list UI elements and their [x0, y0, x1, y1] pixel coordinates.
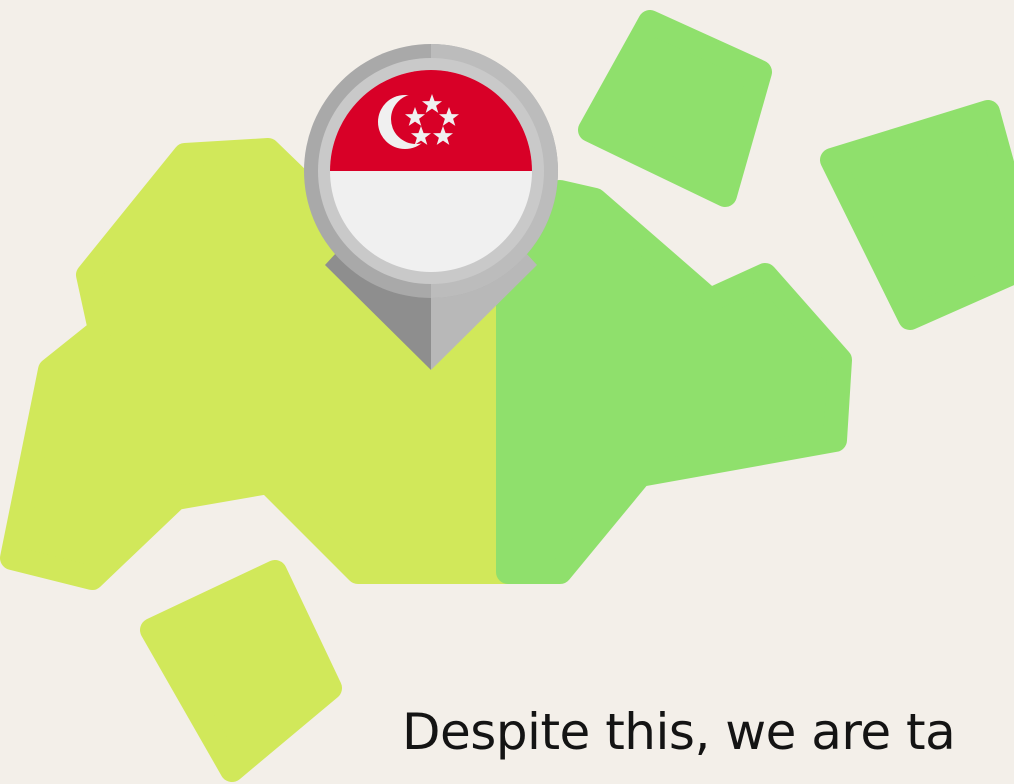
singapore-map-illustration	[0, 10, 1014, 782]
slide: Despite this, we are ta	[0, 0, 1014, 784]
island-right-half	[496, 180, 852, 584]
singapore-flag-icon	[330, 70, 532, 272]
islet-top	[578, 10, 772, 207]
islet-right	[820, 100, 1014, 330]
islet-bottom-left	[140, 560, 342, 782]
caption-text: Despite this, we are ta	[402, 703, 956, 761]
